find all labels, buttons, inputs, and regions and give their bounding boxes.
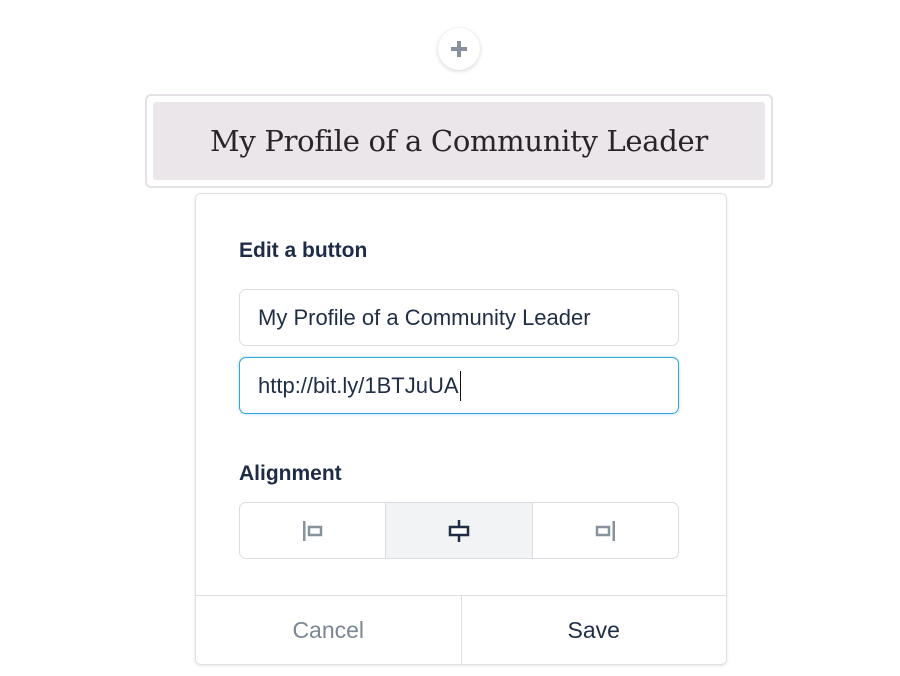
align-right-icon xyxy=(596,520,616,541)
align-right-button[interactable] xyxy=(531,503,678,558)
add-block-button[interactable] xyxy=(438,28,480,70)
panel-footer: Cancel Save xyxy=(196,595,726,664)
save-button[interactable]: Save xyxy=(460,596,727,664)
edit-heading: Edit a button xyxy=(239,239,368,262)
text-caret xyxy=(459,370,462,401)
button-label-value: My Profile of a Community Leader xyxy=(258,304,591,330)
plus-icon xyxy=(451,41,467,57)
preview-button-text: My Profile of a Community Leader xyxy=(210,124,708,158)
alignment-selector xyxy=(239,502,679,559)
preview-button[interactable]: My Profile of a Community Leader xyxy=(153,102,765,180)
align-center-button[interactable] xyxy=(385,503,532,558)
cancel-button[interactable]: Cancel xyxy=(196,596,461,664)
alignment-heading: Alignment xyxy=(239,462,342,485)
align-left-button[interactable] xyxy=(240,503,385,558)
edit-button-panel: Edit a button My Profile of a Community … xyxy=(195,193,727,665)
button-block-preview[interactable]: My Profile of a Community Leader xyxy=(145,94,773,188)
align-left-icon xyxy=(302,520,322,541)
align-center-icon xyxy=(448,519,470,542)
button-link-input[interactable]: http://bit.ly/1BTJuUA xyxy=(239,357,679,414)
button-label-input[interactable]: My Profile of a Community Leader xyxy=(239,289,679,346)
button-link-value: http://bit.ly/1BTJuUA xyxy=(258,372,459,398)
